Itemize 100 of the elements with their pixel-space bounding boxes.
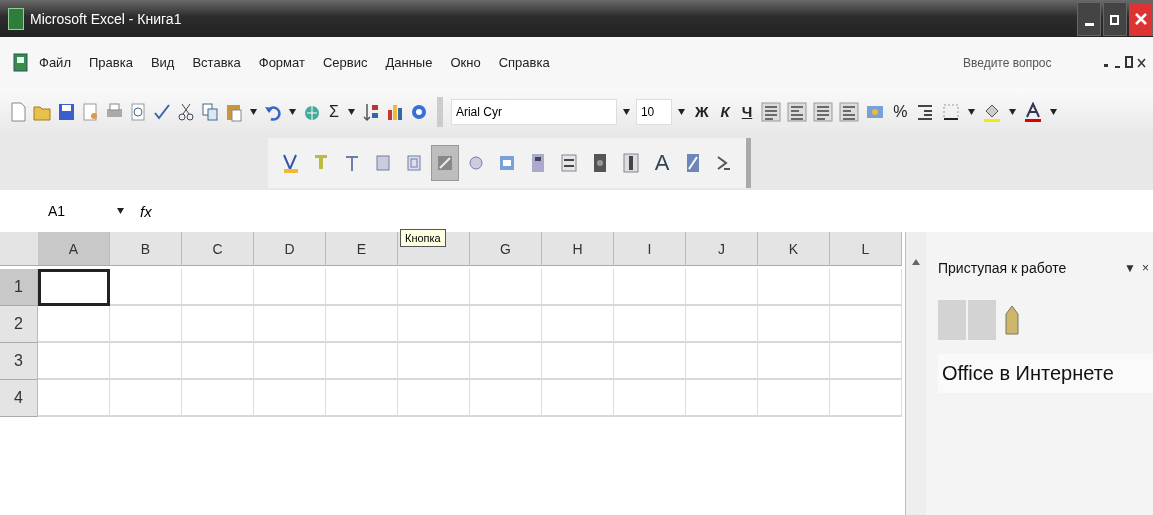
- back-button[interactable]: [938, 300, 966, 340]
- grid-cell[interactable]: [830, 269, 902, 306]
- menu-item[interactable]: Правка: [79, 51, 142, 74]
- column-header[interactable]: A: [38, 232, 110, 266]
- grid-cell[interactable]: [758, 343, 830, 380]
- grid-cell[interactable]: [758, 306, 830, 343]
- menu-item[interactable]: Вставка: [183, 51, 250, 74]
- select-all-corner[interactable]: [0, 232, 38, 266]
- align-lines-icon[interactable]: [838, 100, 861, 123]
- grid-cell[interactable]: [254, 380, 326, 417]
- grid-cell[interactable]: [398, 343, 470, 380]
- font-name-field[interactable]: Arial Cyr: [450, 98, 617, 125]
- grid-cell[interactable]: [686, 343, 758, 380]
- format-button[interactable]: Ч: [737, 103, 757, 120]
- grid-cell[interactable]: [758, 380, 830, 417]
- column-header[interactable]: K: [758, 232, 830, 266]
- grid-cell[interactable]: [470, 306, 542, 343]
- grid-cell[interactable]: [542, 269, 614, 306]
- grid-cell[interactable]: [254, 306, 326, 343]
- grid-cell[interactable]: [830, 380, 902, 417]
- minimize-button[interactable]: [1077, 1, 1101, 36]
- dropdown-arrow-icon[interactable]: [622, 108, 630, 115]
- font-size-field[interactable]: 10: [635, 98, 672, 125]
- grid-cell[interactable]: [398, 306, 470, 343]
- grid-cell[interactable]: [38, 306, 110, 343]
- grid-cell[interactable]: [398, 380, 470, 417]
- format-button[interactable]: К: [716, 103, 734, 120]
- menu-item[interactable]: Справка: [489, 51, 559, 74]
- grid-cell[interactable]: [830, 343, 902, 380]
- grid-cell[interactable]: [182, 306, 254, 343]
- dropdown-arrow-icon[interactable]: [677, 108, 685, 115]
- dropdown-arrow-icon[interactable]: [1009, 108, 1017, 115]
- grid-cell[interactable]: [182, 269, 254, 306]
- grid-cell[interactable]: [542, 306, 614, 343]
- grid-cell[interactable]: [686, 380, 758, 417]
- row-header[interactable]: 1: [0, 269, 38, 306]
- dropdown-arrow-icon[interactable]: [250, 108, 257, 115]
- grid-cell[interactable]: [182, 380, 254, 417]
- autosum-button[interactable]: Σ: [326, 102, 342, 121]
- grid-cell[interactable]: [542, 343, 614, 380]
- menu-item[interactable]: Сервис: [313, 51, 377, 74]
- forms-tool-button[interactable]: A: [648, 144, 676, 181]
- dropdown-arrow-icon[interactable]: [289, 108, 296, 115]
- menu-item[interactable]: Вид: [141, 51, 184, 74]
- grid-cell[interactable]: [38, 343, 110, 380]
- dropdown-arrow-icon[interactable]: [968, 108, 976, 115]
- grid-cell[interactable]: [326, 269, 398, 306]
- grid-cell[interactable]: [326, 343, 398, 380]
- align-lines-icon[interactable]: [760, 100, 783, 123]
- grid-cell[interactable]: [398, 269, 470, 306]
- grid-cell[interactable]: [470, 269, 542, 306]
- grid-cell[interactable]: [254, 269, 326, 306]
- format-button[interactable]: Ж: [690, 103, 713, 120]
- column-header[interactable]: L: [830, 232, 902, 266]
- column-header[interactable]: C: [182, 232, 254, 266]
- grid-cell[interactable]: [38, 380, 110, 417]
- grid-cell[interactable]: [614, 306, 686, 343]
- dropdown-arrow-icon[interactable]: [347, 108, 355, 115]
- name-box[interactable]: A1: [0, 203, 100, 219]
- active-cell[interactable]: [38, 269, 110, 306]
- align-lines-icon[interactable]: [812, 100, 835, 123]
- grid-cell[interactable]: [326, 306, 398, 343]
- row-header[interactable]: 3: [0, 343, 38, 380]
- grid-cell[interactable]: [110, 269, 182, 306]
- grid-cell[interactable]: [758, 269, 830, 306]
- column-header[interactable]: J: [686, 232, 758, 266]
- dropdown-arrow-icon[interactable]: [116, 208, 124, 214]
- grid-cell[interactable]: [110, 380, 182, 417]
- restore-button[interactable]: [1103, 1, 1127, 36]
- menu-item[interactable]: Данные: [376, 51, 442, 74]
- grid-cell[interactable]: [542, 380, 614, 417]
- grid-cell[interactable]: [254, 343, 326, 380]
- new-document-icon[interactable]: [8, 100, 28, 123]
- grid-cell[interactable]: [686, 306, 758, 343]
- column-header[interactable]: H: [542, 232, 614, 266]
- grid-cell[interactable]: [614, 343, 686, 380]
- grid-cell[interactable]: [614, 380, 686, 417]
- pane-menu-button[interactable]: ▼: [1124, 261, 1136, 275]
- menu-item[interactable]: Формат: [249, 51, 314, 74]
- column-header[interactable]: D: [254, 232, 326, 266]
- column-header[interactable]: G: [470, 232, 542, 266]
- percent-button[interactable]: %: [890, 102, 911, 121]
- column-header[interactable]: I: [614, 232, 686, 266]
- row-header[interactable]: 4: [0, 380, 38, 417]
- column-header[interactable]: E: [326, 232, 398, 266]
- magnifier-page-icon[interactable]: [128, 100, 148, 123]
- excel-document-icon[interactable]: [12, 51, 30, 74]
- align-lines-icon[interactable]: [786, 100, 809, 123]
- pane-close-button[interactable]: ×: [1142, 261, 1149, 275]
- grid-cell[interactable]: [686, 269, 758, 306]
- dropdown-arrow-icon[interactable]: [1050, 108, 1058, 115]
- grid-cell[interactable]: [470, 380, 542, 417]
- insert-function-button[interactable]: fx: [140, 202, 200, 220]
- menu-item[interactable]: Окно: [441, 51, 490, 74]
- grid-cell[interactable]: [110, 343, 182, 380]
- grid-cell[interactable]: [326, 380, 398, 417]
- grid-cell[interactable]: [470, 343, 542, 380]
- grid-cell[interactable]: [830, 306, 902, 343]
- toolbar-handle[interactable]: [436, 96, 443, 127]
- grid-cell[interactable]: [110, 306, 182, 343]
